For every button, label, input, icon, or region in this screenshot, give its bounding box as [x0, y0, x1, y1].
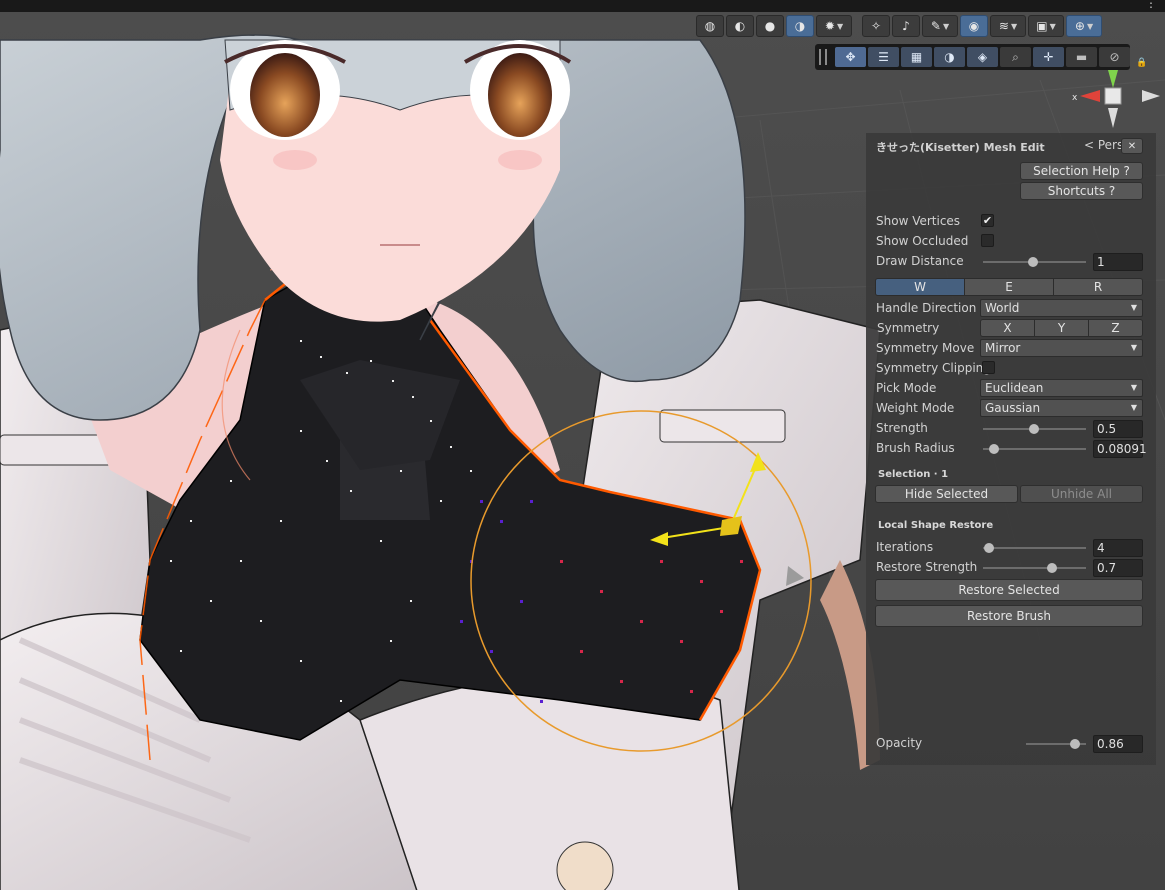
- audio-toggle-icon[interactable]: ♪: [892, 15, 920, 37]
- symmetry-x-toggle[interactable]: X: [981, 320, 1035, 336]
- weight-mode-dropdown[interactable]: Gaussian ▼: [980, 399, 1143, 417]
- mesh-edit-panel: きせった(Kisetter) Mesh Edit < Persp ✕ Selec…: [866, 133, 1156, 765]
- vertex-snap-icon[interactable]: ☰: [868, 47, 899, 67]
- tab-w[interactable]: W: [876, 279, 965, 295]
- symmetry-axes: X Y Z: [980, 319, 1143, 337]
- symmetry-z-toggle[interactable]: Z: [1089, 320, 1142, 336]
- chevron-down-icon: ▼: [1130, 403, 1137, 412]
- lock-icon[interactable]: 🔒: [1136, 58, 1147, 68]
- wireframe-shading-icon[interactable]: ◍: [696, 15, 724, 37]
- camera-settings-icon[interactable]: ▣ ▼: [1028, 15, 1064, 37]
- symmetry-label: Symmetry: [877, 321, 940, 335]
- close-button[interactable]: ✕: [1121, 138, 1143, 154]
- tools-overlay: ✥ ☰ ▦ ◑ ◈ ⌕ ✛ ▬ ⊘: [815, 44, 1130, 70]
- search-icon[interactable]: ⌕: [1000, 47, 1031, 67]
- mode-tabs: W E R: [875, 278, 1143, 296]
- pick-mode-dropdown[interactable]: Euclidean ▼: [980, 379, 1143, 397]
- iterations-field[interactable]: 4: [1093, 539, 1143, 557]
- symmetry-clipping-label: Symmetry Clipping: [876, 361, 991, 375]
- show-occluded-checkbox[interactable]: [981, 234, 994, 247]
- chevron-down-icon: ▼: [1130, 303, 1137, 312]
- handle-direction-label: Handle Direction: [876, 301, 977, 315]
- gizmo-tool-icon[interactable]: ⊘: [1099, 47, 1130, 67]
- shading-tool-icon[interactable]: ◑: [934, 47, 965, 67]
- window-top-bar: ⋮: [0, 0, 1165, 12]
- scene-view-toolbar: ◍ ◐ ● ◑ ✹ ▼ ✧ ♪ ✎ ▼ ◉ ≋ ▼ ▣ ▼ ⊕ ▼: [696, 14, 1102, 38]
- strength-handle[interactable]: [1029, 424, 1039, 434]
- draw-distance-field[interactable]: 1: [1093, 253, 1143, 271]
- move-tool-icon[interactable]: ✥: [835, 47, 866, 67]
- restore-strength-handle[interactable]: [1047, 563, 1057, 573]
- opacity-handle[interactable]: [1070, 739, 1080, 749]
- more-menu-icon[interactable]: ⋮: [1145, 0, 1157, 10]
- pick-mode-value: Euclidean: [985, 381, 1044, 395]
- shaded-icon[interactable]: ●: [756, 15, 784, 37]
- chevron-down-icon: ▼: [1130, 343, 1137, 352]
- selection-help-button[interactable]: Selection Help ?: [1020, 162, 1143, 180]
- visibility-toggle-icon[interactable]: ◉: [960, 15, 988, 37]
- layers-icon[interactable]: ≋ ▼: [990, 15, 1026, 37]
- brush-radius-label: Brush Radius: [876, 441, 955, 455]
- iterations-handle[interactable]: [984, 543, 994, 553]
- symmetry-clipping-checkbox[interactable]: [982, 361, 995, 374]
- unlit-shading-icon[interactable]: ◑: [786, 15, 814, 37]
- debug-draw-mode-icon[interactable]: ✹ ▼: [816, 15, 852, 37]
- chevron-down-icon: ▼: [1130, 383, 1137, 392]
- panel-title: きせった(Kisetter) Mesh Edit: [876, 141, 1045, 154]
- tab-r[interactable]: R: [1054, 279, 1142, 295]
- iterations-label: Iterations: [876, 540, 934, 554]
- tab-e[interactable]: E: [965, 279, 1054, 295]
- gizmos-icon[interactable]: ⊕ ▼: [1066, 15, 1102, 37]
- strength-field[interactable]: 0.5: [1093, 420, 1143, 438]
- opacity-label: Opacity: [876, 736, 923, 750]
- pick-mode-label: Pick Mode: [876, 381, 937, 395]
- pivot-tool-icon[interactable]: ✛: [1033, 47, 1064, 67]
- symmetry-y-toggle[interactable]: Y: [1035, 320, 1089, 336]
- camera-tool-icon[interactable]: ▬: [1066, 47, 1097, 67]
- unhide-all-button[interactable]: Unhide All: [1020, 485, 1143, 503]
- opacity-field[interactable]: 0.86: [1093, 735, 1143, 753]
- weight-mode-value: Gaussian: [985, 401, 1041, 415]
- weight-mode-label: Weight Mode: [876, 401, 955, 415]
- iterations-slider[interactable]: [983, 547, 1086, 549]
- local-shape-restore-header: Local Shape Restore: [878, 520, 994, 531]
- overlay-drag-handle[interactable]: [819, 49, 827, 65]
- uv-grid-icon[interactable]: ▦: [901, 47, 932, 67]
- draw-distance-handle[interactable]: [1028, 257, 1038, 267]
- restore-brush-button[interactable]: Restore Brush: [875, 605, 1143, 627]
- draw-distance-label: Draw Distance: [876, 254, 964, 268]
- show-vertices-checkbox[interactable]: ✔: [981, 214, 994, 227]
- shortcuts-button[interactable]: Shortcuts ?: [1020, 182, 1143, 200]
- shaded-wireframe-icon[interactable]: ◐: [726, 15, 754, 37]
- handle-direction-value: World: [985, 301, 1020, 315]
- symmetry-move-label: Symmetry Move: [876, 341, 975, 355]
- effects-toggle-icon[interactable]: ✎ ▼: [922, 15, 958, 37]
- show-vertices-label: Show Vertices: [876, 214, 961, 228]
- strength-label: Strength: [876, 421, 928, 435]
- symmetry-move-dropdown[interactable]: Mirror ▼: [980, 339, 1143, 357]
- brush-radius-field[interactable]: 0.08091: [1093, 440, 1147, 458]
- hide-selected-button[interactable]: Hide Selected: [875, 485, 1018, 503]
- lighting-toggle-icon[interactable]: ✧: [862, 15, 890, 37]
- restore-strength-slider[interactable]: [983, 567, 1086, 569]
- brush-radius-handle[interactable]: [989, 444, 999, 454]
- orientation-gizmo[interactable]: x: [1070, 68, 1165, 133]
- restore-strength-label: Restore Strength: [876, 560, 978, 574]
- restore-strength-field[interactable]: 0.7: [1093, 559, 1143, 577]
- handle-direction-dropdown[interactable]: World ▼: [980, 299, 1143, 317]
- restore-selected-button[interactable]: Restore Selected: [875, 579, 1143, 601]
- gizmo-x-label: x: [1072, 93, 1078, 103]
- layer-tool-icon[interactable]: ◈: [967, 47, 998, 67]
- selection-header: Selection · 1: [878, 469, 949, 480]
- show-occluded-label: Show Occluded: [876, 234, 969, 248]
- symmetry-move-value: Mirror: [985, 341, 1021, 355]
